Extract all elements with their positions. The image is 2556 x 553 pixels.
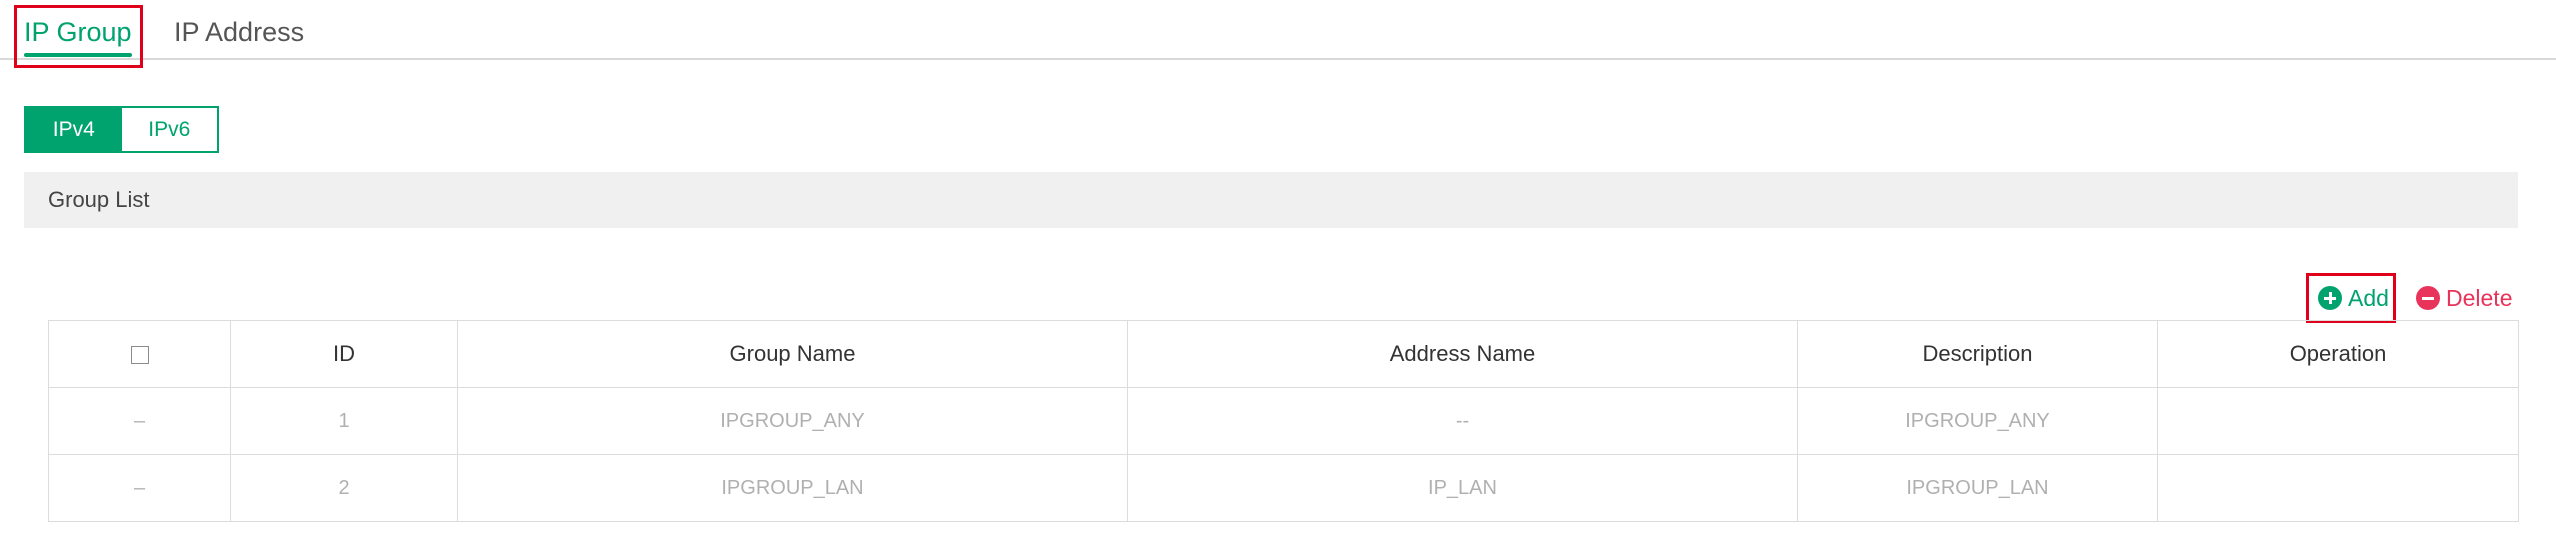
row-group-name-cell: IPGROUP_LAN	[457, 454, 1128, 522]
plus-circle-icon	[2318, 286, 2342, 310]
row-select-cell: –	[48, 387, 231, 455]
row-id-cell: 1	[230, 387, 458, 455]
table-row: – 1 IPGROUP_ANY -- IPGROUP_ANY	[48, 387, 2519, 455]
tab-ip-address[interactable]: IP Address	[174, 12, 304, 52]
delete-label: Delete	[2446, 284, 2513, 311]
row-description-cell: IPGROUP_LAN	[1797, 454, 2158, 522]
ip-version-toggle: IPv4 IPv6	[24, 106, 219, 153]
ipv4-button[interactable]: IPv4	[26, 108, 122, 151]
row-address-name-cell: --	[1127, 387, 1798, 455]
section-title: Group List	[48, 187, 150, 212]
tab-ip-group[interactable]: IP Group	[24, 12, 132, 52]
row-operation-cell	[2157, 387, 2519, 455]
delete-button[interactable]: Delete	[2416, 282, 2512, 314]
column-header-operation: Operation	[2157, 320, 2519, 388]
ip-group-page: IP Group IP Address IPv4 IPv6 Group List…	[0, 0, 2556, 553]
row-description-cell: IPGROUP_ANY	[1797, 387, 2158, 455]
column-header-description: Description	[1797, 320, 2158, 388]
column-header-address-name: Address Name	[1127, 320, 1798, 388]
add-label: Add	[2348, 284, 2389, 311]
column-header-id: ID	[230, 320, 458, 388]
row-operation-cell	[2157, 454, 2519, 522]
add-button[interactable]: Add	[2318, 282, 2389, 314]
select-all-checkbox[interactable]	[130, 346, 149, 365]
group-table: ID Group Name Address Name Description O…	[48, 320, 2519, 522]
row-address-name-cell: IP_LAN	[1127, 454, 1798, 522]
group-list-header: Group List	[24, 172, 2518, 228]
row-id-cell: 2	[230, 454, 458, 522]
top-tab-bar: IP Group IP Address	[0, 0, 2556, 60]
table-header-row: ID Group Name Address Name Description O…	[48, 320, 2519, 388]
row-select-cell: –	[48, 454, 231, 522]
column-header-group-name: Group Name	[457, 320, 1128, 388]
select-all-header	[48, 320, 231, 388]
table-row: – 2 IPGROUP_LAN IP_LAN IPGROUP_LAN	[48, 454, 2519, 522]
row-group-name-cell: IPGROUP_ANY	[457, 387, 1128, 455]
minus-circle-icon	[2416, 286, 2440, 310]
active-tab-indicator	[24, 53, 132, 57]
ipv6-button[interactable]: IPv6	[121, 108, 217, 151]
